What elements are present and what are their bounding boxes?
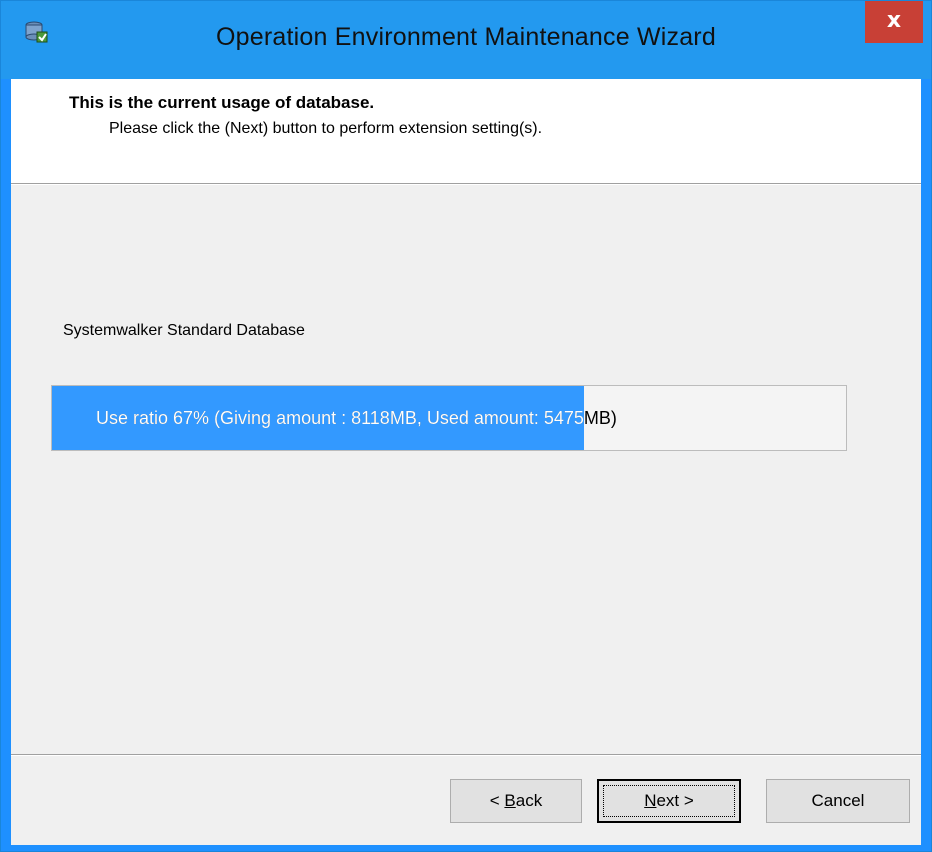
client-area: This is the current usage of database. P… xyxy=(11,79,921,845)
database-name-label: Systemwalker Standard Database xyxy=(63,322,305,339)
focus-rectangle xyxy=(603,785,735,817)
usage-progress-bar: Use ratio 67% (Giving amount : 8118MB, U… xyxy=(51,385,847,451)
header-divider xyxy=(11,183,921,185)
next-button[interactable]: Next > xyxy=(597,779,741,823)
database-wizard-icon xyxy=(23,19,49,45)
cancel-button[interactable]: Cancel xyxy=(766,779,910,823)
header-subtitle: Please click the (Next) button to perfor… xyxy=(109,120,543,137)
usage-text-inverse: Use ratio 67% (Giving amount : 8118MB, U… xyxy=(96,408,584,428)
wizard-header: This is the current usage of database. P… xyxy=(11,79,921,183)
close-icon: x xyxy=(886,8,902,33)
wizard-window: Operation Environment Maintenance Wizard… xyxy=(0,0,932,852)
title-bar[interactable]: Operation Environment Maintenance Wizard… xyxy=(1,1,931,79)
back-button[interactable]: < Back xyxy=(450,779,582,823)
header-title: This is the current usage of database. xyxy=(69,93,375,112)
close-button[interactable]: x xyxy=(865,1,923,43)
usage-text-overlay: Use ratio 67% (Giving amount : 8118MB, U… xyxy=(52,386,584,450)
window-title: Operation Environment Maintenance Wizard xyxy=(216,23,716,51)
footer-divider xyxy=(11,754,921,756)
